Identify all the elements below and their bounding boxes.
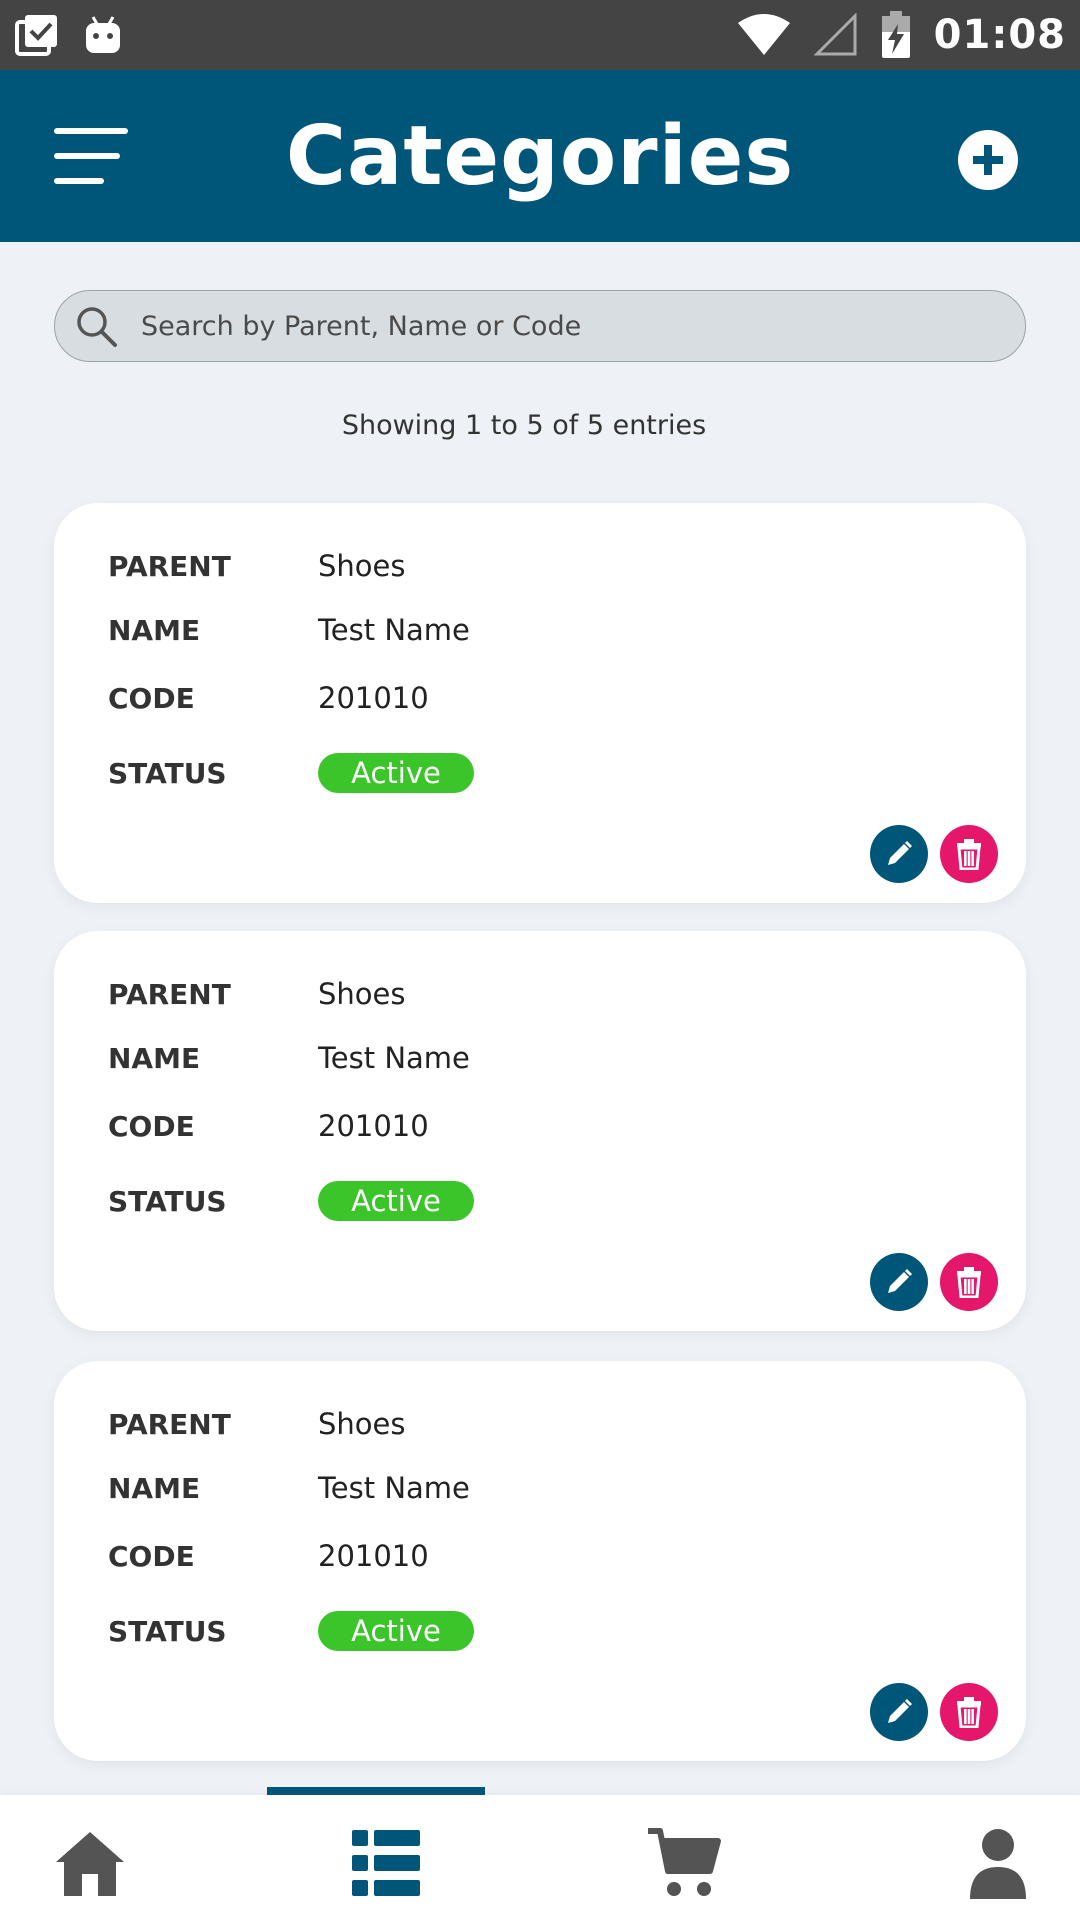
card-actions bbox=[870, 825, 998, 883]
pencil-icon bbox=[888, 841, 912, 865]
plus-circle-icon bbox=[973, 145, 1003, 175]
wifi-icon bbox=[736, 13, 792, 57]
edit-button[interactable] bbox=[870, 1683, 928, 1741]
category-card: PARENT Shoes NAME Test Name CODE 201010 … bbox=[54, 1361, 1026, 1761]
hamburger-menu-icon[interactable] bbox=[54, 128, 130, 184]
name-label: NAME bbox=[108, 1041, 201, 1075]
code-label: CODE bbox=[108, 1109, 195, 1143]
card-actions bbox=[870, 1253, 998, 1311]
profile-icon bbox=[970, 1829, 1026, 1899]
name-value: Test Name bbox=[318, 613, 470, 647]
code-value: 201010 bbox=[318, 681, 429, 715]
parent-value: Shoes bbox=[318, 1407, 406, 1441]
app-header: Categories bbox=[0, 70, 1080, 242]
name-value: Test Name bbox=[318, 1471, 470, 1505]
page-title: Categories bbox=[285, 108, 795, 204]
code-row: CODE 201010 bbox=[108, 1109, 429, 1143]
name-label: NAME bbox=[108, 1471, 201, 1505]
code-label: CODE bbox=[108, 681, 195, 715]
search-input[interactable] bbox=[141, 310, 1001, 342]
trash-icon bbox=[957, 1697, 981, 1728]
delete-button[interactable] bbox=[940, 1683, 998, 1741]
pencil-icon bbox=[888, 1269, 912, 1293]
nav-cart[interactable] bbox=[644, 1825, 724, 1901]
status-row: STATUS Active bbox=[108, 753, 474, 793]
status-time: 01:08 bbox=[933, 12, 1066, 58]
edit-button[interactable] bbox=[870, 825, 928, 883]
code-label: CODE bbox=[108, 1539, 195, 1573]
parent-label: PARENT bbox=[108, 549, 231, 583]
code-row: CODE 201010 bbox=[108, 681, 429, 715]
parent-row: PARENT Shoes bbox=[108, 1407, 405, 1441]
parent-row: PARENT Shoes bbox=[108, 549, 405, 583]
status-bar: 01:08 bbox=[0, 0, 1080, 70]
clipboard-check-icon bbox=[14, 12, 60, 58]
status-badge: Active bbox=[318, 753, 474, 793]
status-badge: Active bbox=[318, 1611, 474, 1651]
status-label: STATUS bbox=[108, 756, 227, 790]
category-card: PARENT Shoes NAME Test Name CODE 201010 … bbox=[54, 503, 1026, 903]
bottom-nav bbox=[0, 1787, 1080, 1920]
status-badge: Active bbox=[318, 1181, 474, 1221]
trash-icon bbox=[957, 839, 981, 870]
home-icon bbox=[56, 1832, 124, 1896]
delete-button[interactable] bbox=[940, 825, 998, 883]
name-value: Test Name bbox=[318, 1041, 470, 1075]
parent-label: PARENT bbox=[108, 977, 231, 1011]
name-row: NAME Test Name bbox=[108, 613, 470, 647]
android-icon bbox=[82, 14, 124, 56]
search-bar bbox=[54, 290, 1026, 362]
pencil-icon bbox=[888, 1699, 912, 1723]
status-row: STATUS Active bbox=[108, 1181, 474, 1221]
status-row: STATUS Active bbox=[108, 1611, 474, 1651]
status-label: STATUS bbox=[108, 1614, 227, 1648]
name-row: NAME Test Name bbox=[108, 1471, 470, 1505]
trash-icon bbox=[957, 1267, 981, 1298]
cart-icon bbox=[648, 1828, 721, 1896]
parent-row: PARENT Shoes bbox=[108, 977, 405, 1011]
status-label: STATUS bbox=[108, 1184, 227, 1218]
search-icon bbox=[77, 307, 117, 347]
parent-value: Shoes bbox=[318, 549, 406, 583]
delete-button[interactable] bbox=[940, 1253, 998, 1311]
code-value: 201010 bbox=[318, 1109, 429, 1143]
name-row: NAME Test Name bbox=[108, 1041, 470, 1075]
card-actions bbox=[870, 1683, 998, 1741]
battery-charging-icon bbox=[880, 10, 912, 60]
signal-icon bbox=[813, 13, 858, 57]
name-label: NAME bbox=[108, 613, 201, 647]
status-right: 01:08 bbox=[736, 10, 1066, 60]
parent-label: PARENT bbox=[108, 1407, 231, 1441]
nav-categories[interactable] bbox=[346, 1825, 426, 1901]
active-tab-indicator bbox=[267, 1787, 485, 1795]
list-icon bbox=[352, 1830, 420, 1896]
entries-info: Showing 1 to 5 of 5 entries bbox=[341, 410, 707, 441]
status-left bbox=[14, 12, 124, 58]
code-row: CODE 201010 bbox=[108, 1539, 429, 1573]
nav-home[interactable] bbox=[50, 1825, 130, 1901]
code-value: 201010 bbox=[318, 1539, 429, 1573]
nav-profile[interactable] bbox=[958, 1825, 1038, 1901]
edit-button[interactable] bbox=[870, 1253, 928, 1311]
add-category-button[interactable] bbox=[958, 130, 1018, 190]
category-card: PARENT Shoes NAME Test Name CODE 201010 … bbox=[54, 931, 1026, 1331]
parent-value: Shoes bbox=[318, 977, 406, 1011]
